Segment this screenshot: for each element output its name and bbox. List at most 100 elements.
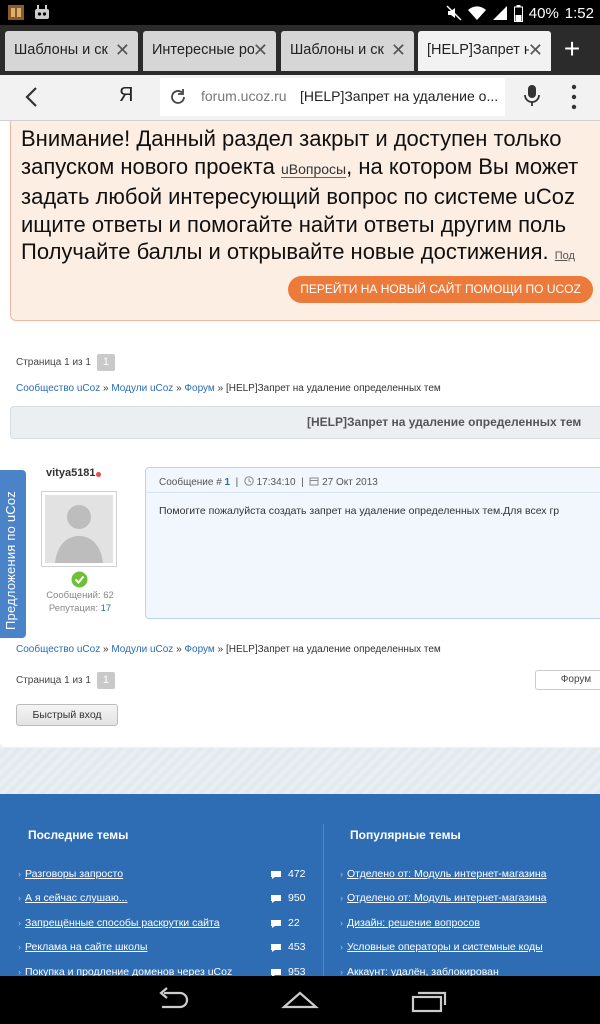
close-icon[interactable]: ✕ <box>528 40 543 61</box>
page-content: Внимание! Данный раздел закрыт и доступе… <box>0 121 600 794</box>
back-icon[interactable] <box>18 83 46 111</box>
feedback-tab-label: Предложения по uCoz <box>3 491 18 630</box>
post-number[interactable]: 1 <box>225 477 231 488</box>
reputation-value[interactable]: 17 <box>101 603 112 614</box>
latest-topic-link[interactable]: › Реклама на сайте школы <box>18 941 147 953</box>
close-icon[interactable]: ✕ <box>391 40 406 61</box>
post-box: Сообщение # 1 | 17:34:10 | 27 Окт 2013 П… <box>145 467 600 619</box>
menu-icon[interactable] <box>570 83 578 111</box>
post-time: 17:34:10 <box>256 477 296 488</box>
latest-topics-title: Последние темы <box>28 828 129 842</box>
notice-text-part: , на котором Вы может <box>346 153 579 179</box>
breadcrumb-link[interactable]: Модули uCoz <box>111 383 173 394</box>
reply-count: 950 <box>288 892 306 904</box>
feedback-side-tab[interactable]: Предложения по uCoz <box>0 470 26 638</box>
close-icon[interactable]: ✕ <box>253 40 268 61</box>
url-host: forum.ucoz.ru <box>201 88 287 104</box>
post-divider: | <box>301 477 304 488</box>
messages-count: 62 <box>103 590 114 601</box>
popular-topics-title: Популярные темы <box>350 828 461 842</box>
clock-icon <box>244 476 254 486</box>
notice-text-part: Получайте баллы и открывайте новые дости… <box>21 239 549 264</box>
notice-line: Получайте баллы и открывайте новые дости… <box>21 238 600 271</box>
reply-count: 453 <box>288 941 306 953</box>
calendar-icon <box>309 477 319 486</box>
notice-line: ищите ответы и помогайте найти ответы др… <box>21 211 567 237</box>
post-header: Сообщение # 1 | 17:34:10 | 27 Окт 2013 <box>159 476 378 488</box>
wifi-icon <box>467 6 486 20</box>
latest-topic-link[interactable]: › Покупка и продление доменов через uCoz <box>18 966 232 976</box>
browser-tab-active[interactable]: [HELP]Запрет н ✕ <box>418 31 551 71</box>
browser-tab[interactable]: Шаблоны и ск ✕ <box>281 31 414 71</box>
messages-label: Сообщений: <box>46 590 101 601</box>
comment-icon <box>271 920 281 928</box>
tab-label: Шаблоны и ск <box>290 42 384 58</box>
popular-topic-link[interactable]: › Отделено от: Модуль интернет-магазина <box>340 892 546 904</box>
forum-jump-select[interactable]: Форум <box>535 670 600 690</box>
new-help-site-button[interactable]: ПЕРЕЙТИ НА НОВЫЙ САЙТ ПОМОЩИ ПО UCOZ <box>288 276 593 303</box>
yandex-button[interactable]: Я <box>119 84 133 107</box>
popular-topic-link[interactable]: › Дизайн: решение вопросов <box>340 917 480 929</box>
reply-count: 953 <box>288 966 306 976</box>
notice-line: задать любой интересующий вопрос по сист… <box>21 184 576 209</box>
breadcrumb-separator: » <box>176 383 182 394</box>
browser-tab[interactable]: Шаблоны и ск ✕ <box>5 31 138 71</box>
url-field[interactable]: forum.ucoz.ru [HELP]Запрет на удаление о… <box>160 78 505 116</box>
reply-count: 472 <box>288 868 306 880</box>
site-footer: Последние темы Популярные темы › Разговор… <box>0 794 600 976</box>
breadcrumb: Сообщество uCoz » Модули uCoz » Форум » … <box>16 383 441 394</box>
thread-title: [HELP]Запрет на удаление определенных те… <box>307 415 582 429</box>
page-count-label: Страница 1 из 1 <box>16 357 91 369</box>
breadcrumb-bottom: Сообщество uCoz » Модули uCoz » Форум » … <box>16 644 441 655</box>
breadcrumb-link[interactable]: Форум <box>184 644 214 655</box>
close-icon[interactable]: ✕ <box>115 40 130 61</box>
latest-topic-link[interactable]: › Запрещённые способы раскрутки сайта <box>18 917 220 929</box>
quick-login-button[interactable]: Быстрый вход <box>16 704 118 726</box>
post-date: 27 Окт 2013 <box>322 477 378 488</box>
forum-panel: Внимание! Данный раздел закрыт и доступе… <box>0 121 600 747</box>
tab-strip: Шаблоны и ск ✕ Интересные ро ✕ Шаблоны и… <box>0 25 600 75</box>
default-avatar-icon <box>45 495 113 563</box>
notice-text: Внимание! Данный раздел закрыт и доступе… <box>21 125 600 271</box>
reload-icon[interactable] <box>168 87 188 107</box>
breadcrumb-separator: » <box>217 383 224 394</box>
post-number-label: Сообщение # <box>159 477 222 488</box>
battery-icon <box>513 4 523 22</box>
comment-icon <box>271 895 281 903</box>
notice-line: запуском нового проекта uВопросы, на кот… <box>21 153 600 184</box>
popular-topic-link[interactable]: › Аккаунт: удалён, заблокирован <box>340 966 499 976</box>
breadcrumb-link[interactable]: Модули uCoz <box>111 644 173 655</box>
comment-icon <box>271 944 281 952</box>
uvoprosy-link[interactable]: uВопросы <box>280 160 347 178</box>
browser-tab[interactable]: Интересные ро ✕ <box>143 31 276 71</box>
popular-topic-link[interactable]: › Условные операторы и системные коды <box>340 941 543 953</box>
mute-icon <box>446 5 462 21</box>
latest-topic-link[interactable]: › Разговоры запросто <box>18 868 123 880</box>
status-bar: 40% 1:52 <box>0 0 600 25</box>
more-link[interactable]: Под <box>555 250 575 262</box>
url-page-title: [HELP]Запрет на удаление о... <box>300 88 499 104</box>
page-number[interactable]: 1 <box>96 354 115 371</box>
check-icon <box>71 571 88 588</box>
popular-topic-link[interactable]: › Отделено от: Модуль интернет-магазина <box>340 868 546 880</box>
avatar[interactable] <box>41 491 117 567</box>
recent-apps-icon[interactable] <box>410 986 448 1014</box>
post-author[interactable]: vitya5181 <box>46 467 96 479</box>
back-nav-icon[interactable] <box>154 986 190 1014</box>
notice-box: Внимание! Данный раздел закрыт и доступе… <box>10 121 600 321</box>
breadcrumb-link[interactable]: Форум <box>184 383 214 394</box>
breadcrumb-link[interactable]: Сообщество uCoz <box>16 644 100 655</box>
breadcrumb-link[interactable]: Сообщество uCoz <box>16 383 100 394</box>
home-nav-icon[interactable] <box>281 986 319 1014</box>
battery-percent: 40% <box>528 4 559 22</box>
breadcrumb-separator: » <box>176 644 182 655</box>
page-number[interactable]: 1 <box>96 672 115 689</box>
pagination-bottom: Страница 1 из 1 1 <box>16 672 115 689</box>
breadcrumb-separator: » <box>103 644 109 655</box>
microphone-icon[interactable] <box>523 84 541 108</box>
new-tab-button[interactable]: + <box>557 35 587 65</box>
latest-topic-link[interactable]: › А я сейчас слушаю... <box>18 892 127 904</box>
system-nav-bar <box>0 976 600 1024</box>
breadcrumb-separator: » <box>103 383 109 394</box>
reply-count: 22 <box>288 917 300 929</box>
